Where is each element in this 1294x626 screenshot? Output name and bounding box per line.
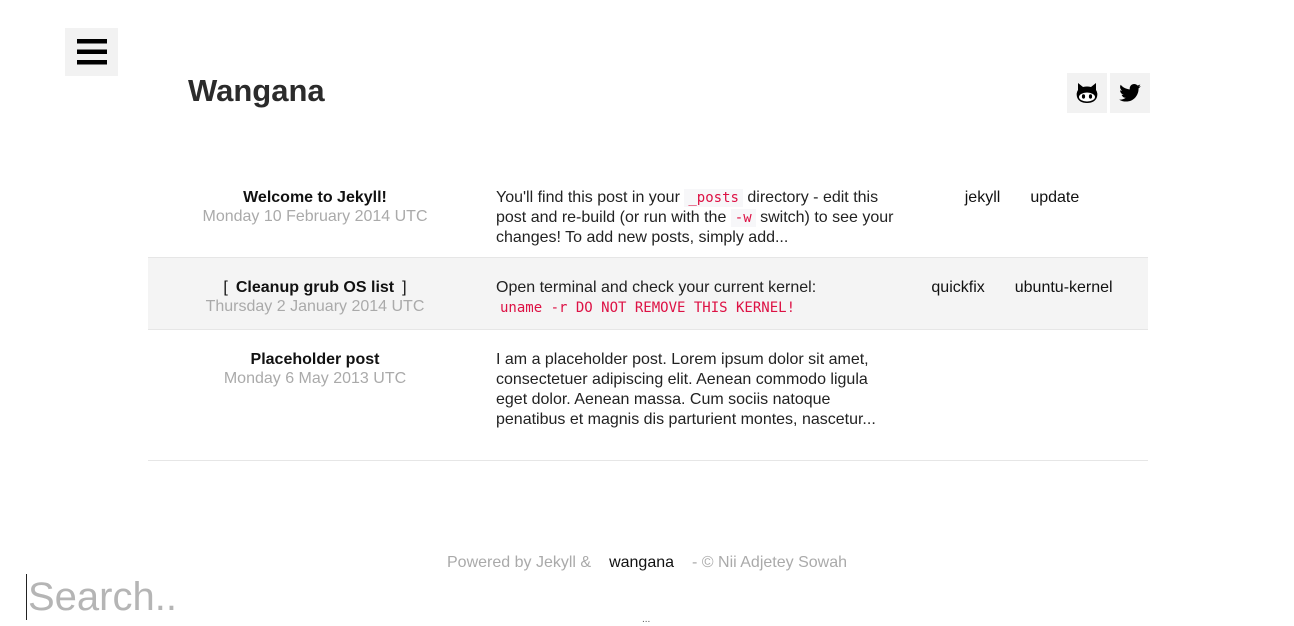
excerpt-text: Open terminal and check your current ker… xyxy=(496,279,817,296)
site-title[interactable]: Wangana xyxy=(188,72,325,110)
footer-prefix: Powered by Jekyll & xyxy=(447,554,592,571)
post-row: Placeholder post Monday 6 May 2013 UTC I… xyxy=(148,330,1148,461)
excerpt-code: _posts xyxy=(684,189,743,207)
search-results-ellipsis: ... xyxy=(642,614,651,625)
footer-wangana-link[interactable]: wangana xyxy=(609,554,674,571)
twitter-button[interactable] xyxy=(1110,73,1150,113)
post-list: Welcome to Jekyll! Monday 10 February 20… xyxy=(148,180,1148,461)
post-excerpt: Open terminal and check your current ker… xyxy=(496,278,896,329)
post-tags xyxy=(896,350,1148,460)
tag-ubuntu-kernel[interactable]: ubuntu-kernel xyxy=(1015,278,1113,329)
tag-update[interactable]: update xyxy=(1030,188,1079,257)
post-tags: jekyll update xyxy=(896,188,1148,257)
post-header: [ Cleanup grub OS list] Thursday 2 Januar… xyxy=(148,278,482,329)
github-button[interactable] xyxy=(1067,73,1107,113)
post-tags: quickfix ubuntu-kernel xyxy=(896,278,1148,329)
post-title-link[interactable]: Placeholder post xyxy=(148,350,482,369)
tag-jekyll[interactable]: jekyll xyxy=(965,188,1001,257)
search-input[interactable] xyxy=(26,574,1294,620)
post-header: Placeholder post Monday 6 May 2013 UTC xyxy=(148,350,482,460)
hamburger-menu-icon xyxy=(76,39,107,65)
menu-button[interactable] xyxy=(65,28,118,76)
post-date: Thursday 2 January 2014 UTC xyxy=(205,298,425,315)
post-excerpt: You'll find this post in your _posts dir… xyxy=(496,188,896,257)
footer: Powered by Jekyll & wangana - © Nii Adjete… xyxy=(0,553,1294,572)
post-title-link[interactable]: [ Cleanup grub OS list] xyxy=(148,278,482,297)
excerpt-text: You'll find this post in your xyxy=(496,189,685,206)
post-title-text: Cleanup grub OS list xyxy=(235,279,395,296)
github-icon xyxy=(1076,83,1098,103)
post-date: Monday 10 February 2014 UTC xyxy=(202,208,428,225)
excerpt-code: uname -r DO NOT REMOVE THIS KERNEL! xyxy=(500,300,796,316)
post-excerpt: I am a placeholder post. Lorem ipsum dol… xyxy=(496,351,876,428)
twitter-icon xyxy=(1119,84,1141,102)
tag-quickfix[interactable]: quickfix xyxy=(931,278,984,329)
post-row: Welcome to Jekyll! Monday 10 February 20… xyxy=(148,180,1148,258)
bracket-open: [ xyxy=(223,279,228,296)
footer-copyright: - © Nii Adjetey Sowah xyxy=(692,554,847,571)
excerpt-code: -w xyxy=(730,209,756,227)
bracket-close: ] xyxy=(402,279,407,296)
post-title-link[interactable]: Welcome to Jekyll! xyxy=(148,188,482,207)
post-row: [ Cleanup grub OS list] Thursday 2 Januar… xyxy=(148,258,1148,330)
post-header: Welcome to Jekyll! Monday 10 February 20… xyxy=(148,188,482,257)
post-date: Monday 6 May 2013 UTC xyxy=(223,370,407,387)
page: Wangana Welcome to Jekyll! Monday 10 Feb… xyxy=(0,0,1294,626)
